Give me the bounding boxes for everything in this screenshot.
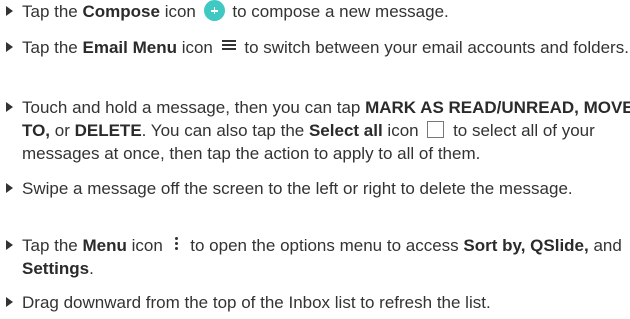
bullet-icon: [6, 102, 13, 112]
email-menu-icon: [221, 38, 236, 52]
text: icon: [382, 121, 419, 140]
list-item: Drag downward from the top of the Inbox …: [6, 291, 630, 314]
compose-label: Compose: [82, 2, 160, 21]
text: Tap the: [22, 236, 83, 255]
more-vertical-icon: [174, 235, 179, 252]
mark-read-label: MARK AS READ/UNREAD,: [365, 98, 579, 117]
bullet-icon: [6, 240, 13, 250]
settings-label: Settings: [22, 259, 90, 278]
menu-label: Menu: [82, 236, 127, 255]
sort-by-label: Sort by,: [463, 236, 526, 255]
text: icon: [126, 236, 163, 255]
text: Tap the: [22, 2, 83, 21]
text: Swipe a message off the screen to the le…: [22, 179, 573, 198]
qslide-label: QSlide,: [530, 236, 589, 255]
email-menu-label: Email Menu: [82, 38, 177, 57]
text: .: [89, 259, 94, 278]
list-item: Touch and hold a message, then you can t…: [6, 96, 630, 165]
bullet-icon: [6, 183, 13, 193]
text: Tap the: [22, 38, 83, 57]
text: or: [50, 121, 75, 140]
bullet-icon: [6, 42, 13, 52]
text: and: [588, 236, 622, 255]
text: to switch between your email accounts an…: [239, 38, 629, 57]
text: . You can also tap the: [141, 121, 309, 140]
text: icon: [176, 38, 213, 57]
text: icon: [159, 2, 196, 21]
compose-icon: [203, 0, 225, 21]
list-item: Tap the Compose icon to compose a new me…: [6, 0, 630, 23]
select-all-label: Select all: [308, 121, 383, 140]
text: to open the options menu to access: [185, 236, 464, 255]
list-item: Tap the Menu icon to open the options me…: [6, 234, 630, 280]
bullet-icon: [6, 297, 13, 307]
delete-label: DELETE: [74, 121, 142, 140]
text: to compose a new message.: [227, 2, 449, 21]
list-item: Swipe a message off the screen to the le…: [6, 177, 630, 200]
checkbox-icon: [427, 121, 445, 138]
text: Touch and hold a message, then you can t…: [22, 98, 366, 117]
bullet-icon: [6, 6, 13, 16]
text: Drag downward from the top of the Inbox …: [22, 293, 491, 312]
list-item: Tap the Email Menu icon to switch betwee…: [6, 36, 630, 59]
